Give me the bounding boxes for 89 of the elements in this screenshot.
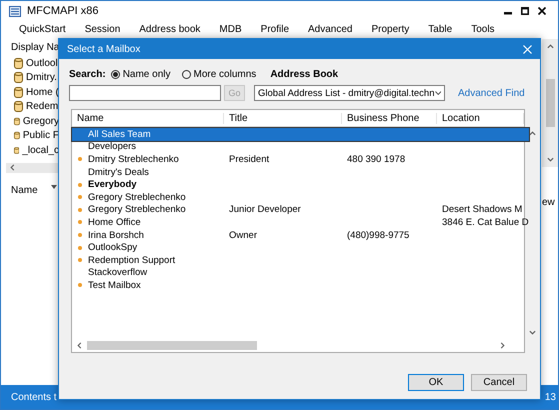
table-cell: Desert Shadows M — [442, 204, 522, 216]
mailbox-row[interactable]: Dmitry's Deals — [72, 166, 529, 178]
mailbox-row[interactable]: Gregory Streblechenko Junior Developer Desert Shadows M — [72, 204, 529, 216]
column-header[interactable]: Business Phone — [342, 112, 437, 124]
mailbox-row[interactable]: Gregory Streblechenko — [72, 190, 529, 204]
database-icon — [14, 58, 23, 69]
radio-button[interactable]: Name only — [110, 68, 170, 80]
dialog-button[interactable]: OK — [408, 374, 464, 391]
table-cell: Dmitry Streblechenko — [88, 154, 179, 165]
menu-item[interactable]: Session — [76, 24, 132, 34]
scroll-down-icon[interactable] — [528, 329, 536, 336]
scroll-down-icon[interactable] — [546, 156, 554, 163]
caret-icon — [434, 91, 441, 95]
menu-item[interactable]: Advanced — [300, 24, 364, 34]
column-header: ew — [542, 197, 556, 208]
mailbox-row[interactable]: All Sales Team — [72, 128, 529, 141]
table-cell: Junior Developer — [229, 204, 301, 216]
table-cell: Test Mailbox — [88, 280, 141, 291]
database-icon — [14, 72, 23, 84]
database-icon — [14, 86, 23, 98]
table-cell: Home Office — [88, 216, 141, 228]
table-cell: (480)998-9775 — [347, 230, 410, 241]
mailbox-row[interactable]: OutlookSpy — [72, 241, 529, 254]
scroll-left-icon[interactable] — [76, 342, 83, 349]
address-book-label: Address Book — [270, 68, 338, 80]
table-cell: President — [229, 154, 270, 165]
search-field[interactable] — [69, 85, 221, 101]
menu-item[interactable]: MDB — [211, 24, 253, 34]
store-name[interactable]: Redem — [26, 101, 58, 112]
menu-item[interactable]: Profile — [252, 24, 300, 34]
search-label: Search: — [69, 68, 106, 80]
dialog-title: Select a Mailbox — [67, 44, 140, 54]
mailbox-row[interactable]: Dmitry Streblechenko President 480 390 1978 — [72, 153, 529, 166]
scroll-left-icon[interactable] — [9, 164, 16, 171]
table-cell: Gregory Streblechenko — [88, 204, 186, 216]
table-cell: Stackoverflow — [88, 267, 148, 278]
mailbox-row[interactable]: Home Office 3846 E. Cat Balue D — [72, 216, 529, 229]
scroll-right-icon[interactable] — [499, 342, 506, 349]
menu-item[interactable]: Address book — [131, 24, 212, 34]
mailbox-row[interactable]: Everybody — [72, 178, 529, 191]
mailbox-row[interactable]: Irina Borshch Owner (480)998-9775 — [72, 228, 529, 242]
column-header[interactable]: Location — [437, 112, 524, 124]
mailbox-row[interactable]: Test Mailbox — [72, 279, 529, 292]
scroll-up-icon[interactable] — [546, 43, 554, 50]
menu-item[interactable]: Property — [364, 24, 420, 34]
menu-item[interactable]: QuickStart — [11, 24, 77, 34]
window-title: MFCMAPI x86 — [27, 5, 100, 17]
table-cell: 480 390 1978 — [347, 154, 406, 165]
database-icon — [14, 116, 20, 127]
database-icon — [14, 130, 20, 142]
scrollbar[interactable] — [542, 39, 558, 167]
scroll-up-icon[interactable] — [528, 130, 536, 137]
table-cell: Irina Borshch — [88, 230, 144, 241]
table-cell: 3846 E. Cat Balue D — [442, 216, 529, 228]
radio-button[interactable]: More columns — [182, 68, 256, 80]
status-text: Contents t — [11, 392, 57, 402]
mailbox-row[interactable]: Redemption Support — [72, 254, 529, 267]
table-cell: All Sales Team — [88, 128, 151, 140]
column-header[interactable]: Title — [224, 112, 342, 124]
address-book-dropdown[interactable]: Global Address List - dmitry@digital.techn — [254, 85, 445, 101]
mailbox-row[interactable]: Developers — [72, 140, 529, 154]
table-cell: Dmitry's Deals — [88, 166, 149, 178]
table-cell: Redemption Support — [88, 254, 176, 266]
menu-item[interactable]: Tools — [463, 24, 506, 34]
scroll-thumb[interactable] — [546, 79, 554, 127]
menu-item[interactable]: Table — [420, 24, 464, 34]
table-cell: Developers — [88, 141, 136, 152]
column-header[interactable]: Name — [11, 184, 38, 196]
close-icon[interactable] — [538, 7, 546, 15]
table-cell: Gregory Streblechenko — [88, 192, 186, 203]
store-name[interactable]: Outlool — [26, 58, 58, 69]
database-icon — [14, 101, 23, 112]
scroll-thumb[interactable] — [87, 341, 257, 350]
scrollbar[interactable] — [6, 162, 59, 172]
column-header[interactable]: Name — [72, 112, 224, 124]
mailbox-row[interactable]: Stackoverflow — [72, 266, 529, 280]
store-name[interactable]: Dmitry. — [26, 72, 57, 84]
table-cell: Owner — [229, 230, 257, 241]
table-cell: OutlookSpy — [88, 242, 138, 254]
advanced-find-link[interactable]: Advanced Find — [458, 88, 525, 98]
database-icon — [14, 144, 20, 156]
item-count: 13 — [544, 392, 556, 402]
store-name[interactable]: _local_c — [22, 144, 59, 156]
dropdown-arrow-icon[interactable] — [51, 184, 57, 188]
dialog-button[interactable]: Cancel — [471, 374, 527, 391]
maximize-icon[interactable] — [521, 7, 529, 15]
app-icon — [9, 6, 21, 16]
table-cell: Everybody — [88, 179, 137, 190]
store-name[interactable]: Gregory — [22, 116, 59, 127]
